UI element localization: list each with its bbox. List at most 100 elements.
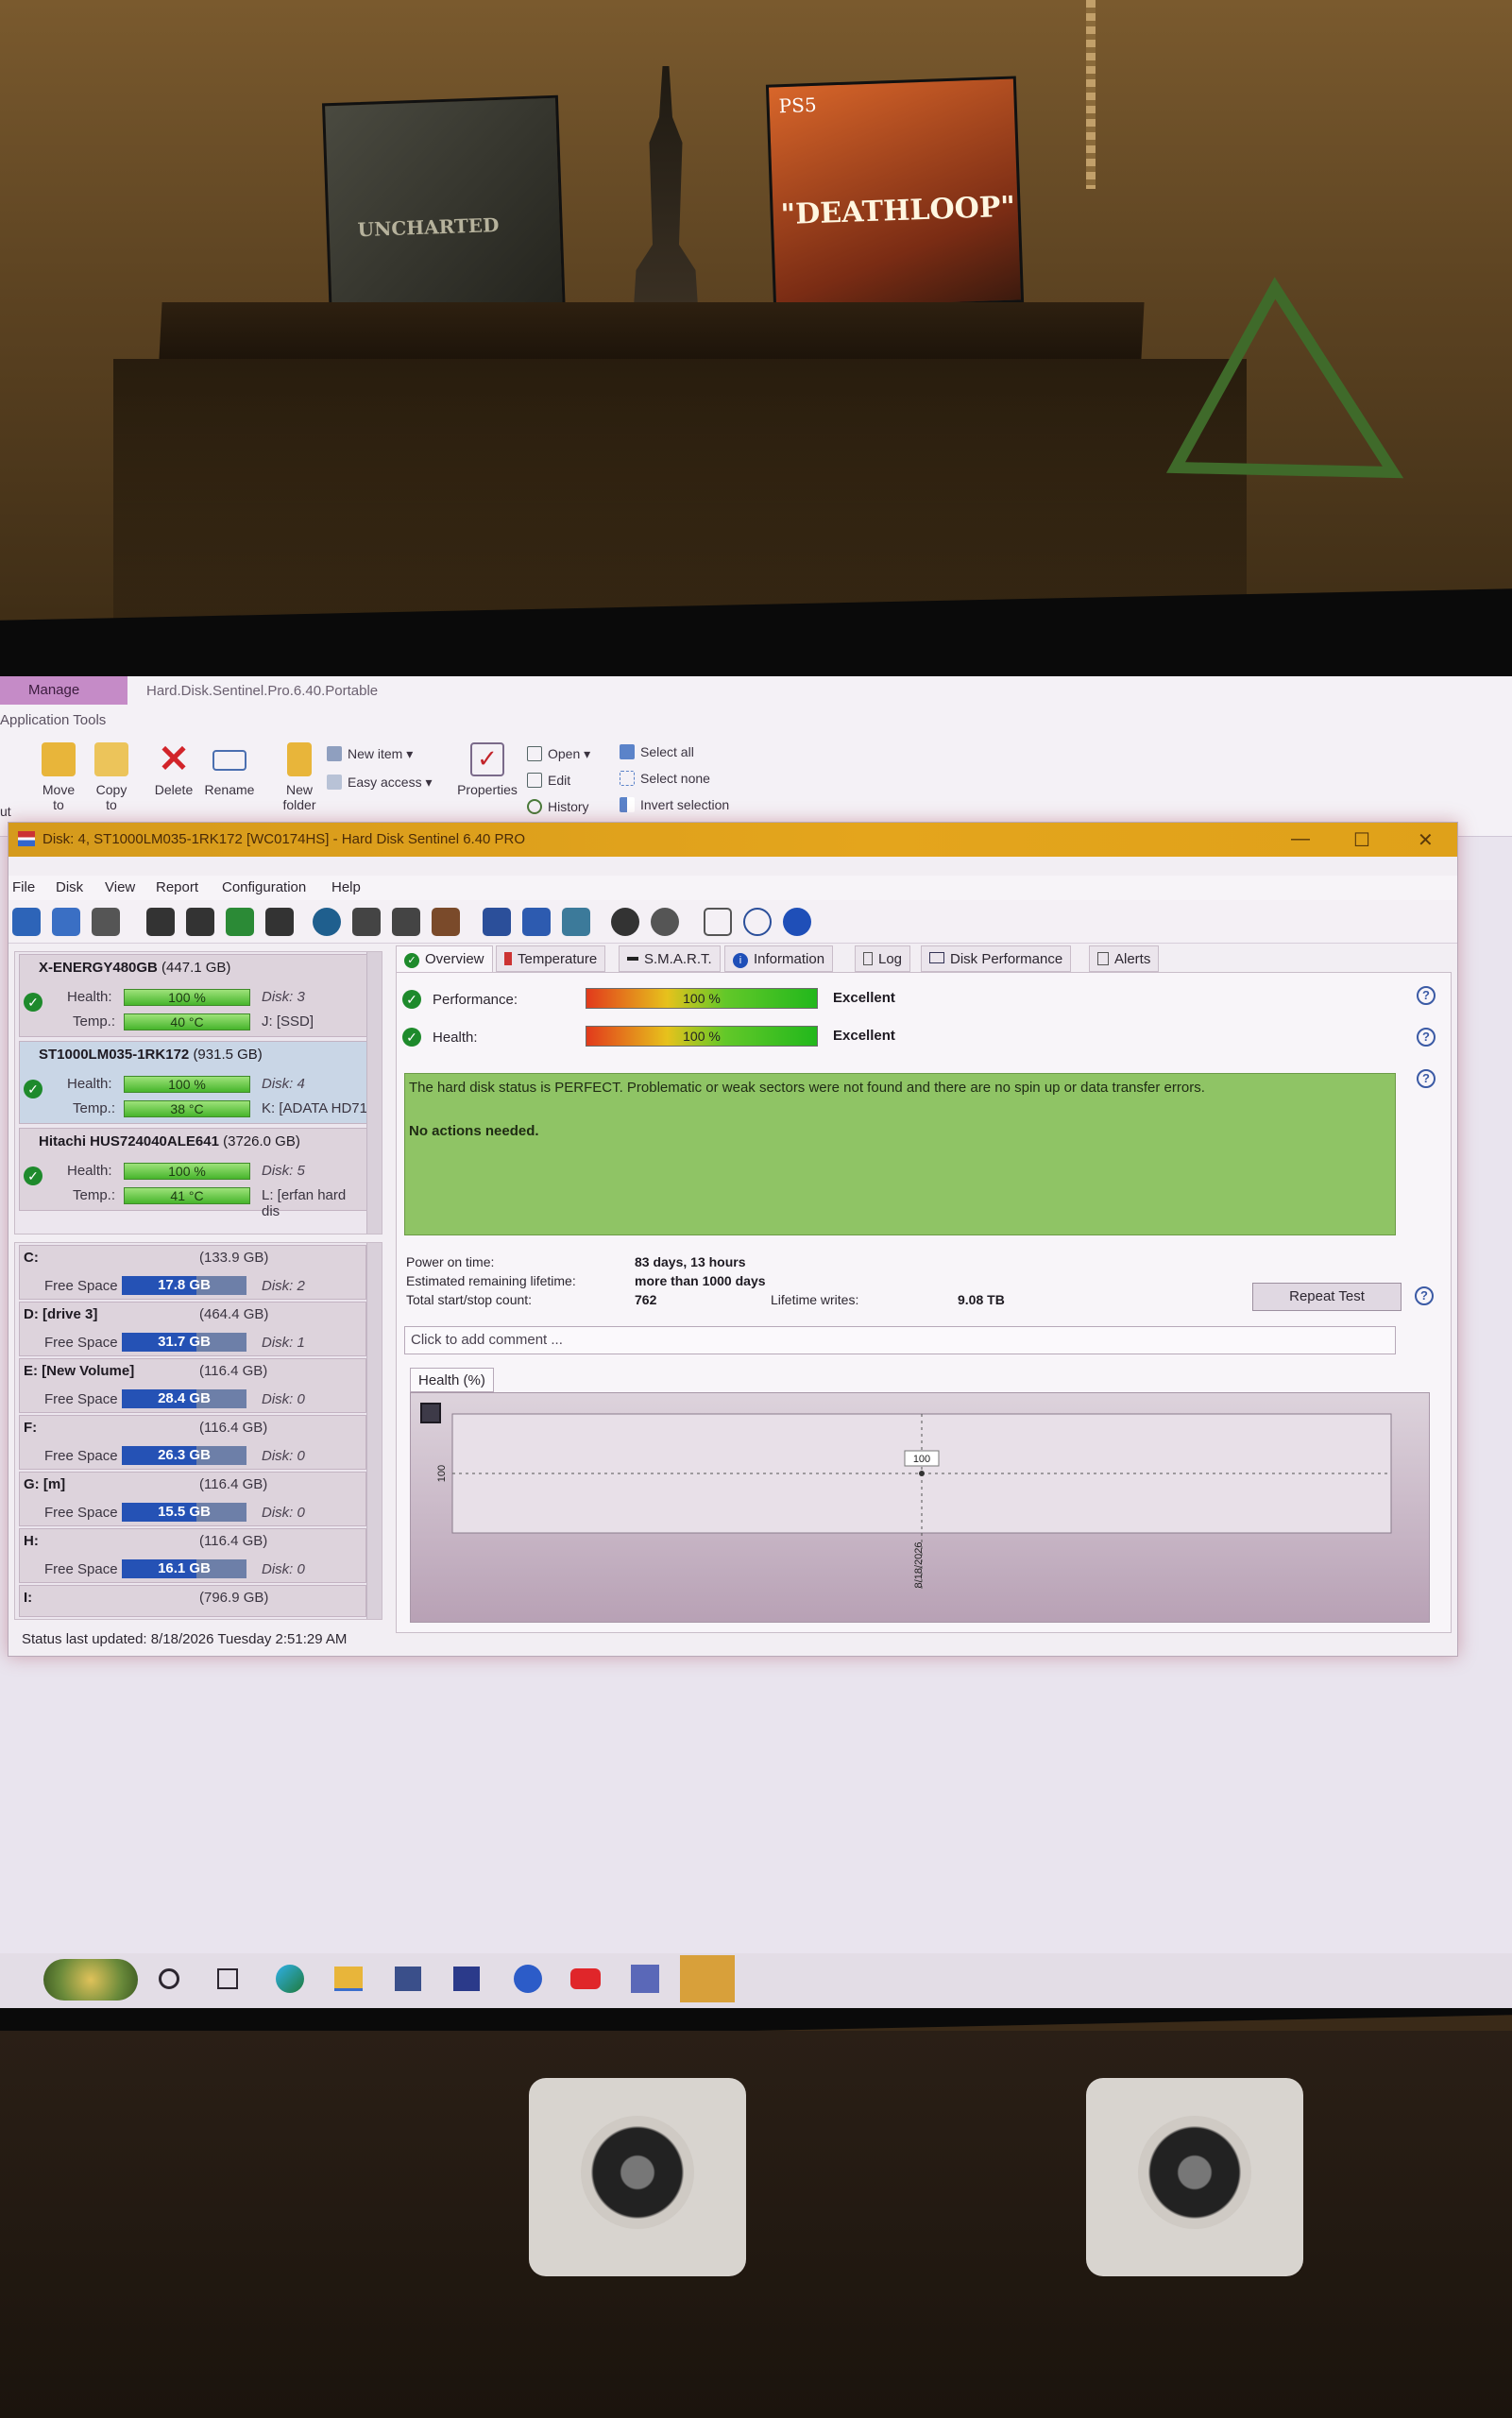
tools-icon[interactable] xyxy=(432,908,460,936)
speaker-cone xyxy=(581,2116,694,2229)
help-icon[interactable] xyxy=(743,908,772,936)
help-icon[interactable]: ? xyxy=(1417,1069,1436,1088)
manage-tab[interactable]: Manage xyxy=(0,676,127,705)
sound-icon[interactable] xyxy=(651,908,679,936)
youtube-icon[interactable] xyxy=(570,1968,601,1989)
minimize-button[interactable]: — xyxy=(1291,828,1310,850)
disk-list-icon[interactable] xyxy=(92,908,120,936)
disk-schedule-icon[interactable] xyxy=(186,908,214,936)
move-to-icon xyxy=(42,742,76,776)
menu-report[interactable]: Report xyxy=(156,879,198,895)
tab-disk-performance[interactable]: Disk Performance xyxy=(921,945,1072,972)
volume-entry[interactable]: H: (116.4 GB) Free Space 16.1 GB Disk: 0 xyxy=(19,1528,366,1583)
easy-access-button[interactable]: Easy access ▾ xyxy=(327,775,433,791)
email-icon[interactable] xyxy=(522,908,551,936)
edit-label: Edit xyxy=(548,773,571,788)
disk-list-scrollbar[interactable] xyxy=(366,952,382,1234)
disk-info-icon[interactable] xyxy=(265,908,294,936)
volume-entry[interactable]: E: [New Volume] (116.4 GB) Free Space 28… xyxy=(19,1358,366,1413)
hard-disk-sentinel-icon[interactable] xyxy=(680,1955,735,2002)
network-icon[interactable] xyxy=(562,908,590,936)
facebook-icon[interactable] xyxy=(514,1965,542,1993)
lifetime-value: more than 1000 days xyxy=(635,1273,766,1288)
new-folder-icon xyxy=(287,742,312,776)
title-bar[interactable]: Disk: 4, ST1000LM035-1RK172 [WC0174HS] -… xyxy=(8,823,1457,857)
start-icon[interactable] xyxy=(43,1959,138,2001)
disk-check-icon[interactable] xyxy=(226,908,254,936)
menu-file[interactable]: File xyxy=(12,879,35,895)
powershell-icon[interactable] xyxy=(453,1967,480,1991)
copy-to-button[interactable]: Copy to xyxy=(91,742,132,812)
game-case-title: UNCHARTED xyxy=(357,213,500,242)
rename-button[interactable]: Rename xyxy=(202,742,257,797)
new-folder-button[interactable]: New folder xyxy=(276,742,323,812)
cut-label[interactable]: ut xyxy=(0,804,11,819)
disk-entry[interactable]: Hitachi HUS724040ALE641 (3726.0 GB) ✓ He… xyxy=(19,1128,368,1219)
repeat-test-button[interactable]: Repeat Test xyxy=(1252,1283,1402,1311)
eject-icon[interactable] xyxy=(352,908,381,936)
open-button[interactable]: Open ▾ xyxy=(527,746,590,762)
close-button[interactable]: ✕ xyxy=(1418,828,1434,852)
volume-disk: Disk: 0 xyxy=(262,1561,305,1577)
startstop-label: Total start/stop count: xyxy=(406,1292,533,1307)
tab-temperature[interactable]: Temperature xyxy=(496,945,606,972)
chat-icon[interactable] xyxy=(631,1965,659,1993)
volume-entry[interactable]: C: (133.9 GB) Free Space 17.8 GB Disk: 2 xyxy=(19,1245,366,1300)
free-space-bar: 31.7 GB xyxy=(122,1333,246,1352)
screenshot-icon[interactable] xyxy=(704,908,732,936)
help-icon[interactable]: ? xyxy=(1417,986,1436,1005)
new-item-icon xyxy=(327,746,342,761)
menu-help[interactable]: Help xyxy=(331,879,361,895)
rename-label: Rename xyxy=(204,782,255,797)
volume-entry[interactable]: F: (116.4 GB) Free Space 26.3 GB Disk: 0 xyxy=(19,1415,366,1470)
task-view-icon[interactable] xyxy=(217,1968,238,1989)
tab-overview[interactable]: ✓ Overview xyxy=(396,945,493,972)
file-explorer-icon[interactable] xyxy=(334,1967,363,1991)
report-icon[interactable] xyxy=(483,908,511,936)
invert-selection-button[interactable]: Invert selection xyxy=(620,797,729,812)
properties-button[interactable]: ✓ Properties xyxy=(453,742,521,797)
settings-icon[interactable] xyxy=(611,908,639,936)
tab-smart[interactable]: S.M.A.R.T. xyxy=(619,945,721,972)
help-icon[interactable]: ? xyxy=(1415,1286,1434,1305)
tab-alerts[interactable]: Alerts xyxy=(1089,945,1160,972)
health-chart-tab[interactable]: Health (%) xyxy=(410,1368,494,1392)
refresh-icon[interactable] xyxy=(12,908,41,936)
maximize-button[interactable]: ☐ xyxy=(1353,828,1370,852)
tab-log[interactable]: Log xyxy=(855,945,911,972)
select-none-button[interactable]: Select none xyxy=(620,771,710,786)
edit-button[interactable]: Edit xyxy=(527,773,570,788)
volume-list-scrollbar[interactable] xyxy=(366,1243,382,1619)
disk-entry-selected[interactable]: ST1000LM035-1RK172 (931.5 GB) ✓ Health: … xyxy=(19,1041,368,1124)
new-item-label: New item xyxy=(348,746,403,761)
refresh-all-icon[interactable] xyxy=(52,908,80,936)
globe-icon[interactable] xyxy=(313,908,341,936)
volume-entry[interactable]: D: [drive 3] (464.4 GB) Free Space 31.7 … xyxy=(19,1302,366,1356)
disk-entry[interactable]: X-ENERGY480GB (447.1 GB) ✓ Health: 100 %… xyxy=(19,954,368,1037)
open-icon xyxy=(527,746,542,761)
select-all-button[interactable]: Select all xyxy=(620,744,694,759)
new-item-button[interactable]: New item ▾ xyxy=(327,746,413,762)
about-icon[interactable] xyxy=(783,908,811,936)
volume-capacity: (116.4 GB) xyxy=(199,1363,268,1379)
app-icon[interactable] xyxy=(395,1967,421,1991)
history-button[interactable]: History xyxy=(527,799,589,814)
backup-icon[interactable] xyxy=(392,908,420,936)
menu-view[interactable]: View xyxy=(105,879,135,895)
menu-configuration[interactable]: Configuration xyxy=(222,879,306,895)
volume-entry[interactable]: I: (796.9 GB) xyxy=(19,1585,366,1617)
help-icon[interactable]: ? xyxy=(1417,1028,1436,1047)
tab-overview-label: Overview xyxy=(425,951,484,967)
menu-disk[interactable]: Disk xyxy=(56,879,83,895)
temp-bar: 40 °C xyxy=(124,1013,250,1030)
game-case-title: "DEATHLOOP" xyxy=(780,190,1016,232)
disk-test-icon[interactable] xyxy=(146,908,175,936)
cortana-icon[interactable] xyxy=(159,1968,179,1989)
volume-entry[interactable]: G: [m] (116.4 GB) Free Space 15.5 GB Dis… xyxy=(19,1472,366,1526)
delete-button[interactable]: ✕ Delete xyxy=(151,741,196,797)
edge-icon[interactable] xyxy=(276,1965,304,1993)
tab-information[interactable]: i Information xyxy=(724,945,834,972)
move-to-button[interactable]: Move to xyxy=(38,742,79,812)
comment-input[interactable]: Click to add comment ... xyxy=(404,1326,1396,1354)
wall-shelf xyxy=(159,302,1145,359)
